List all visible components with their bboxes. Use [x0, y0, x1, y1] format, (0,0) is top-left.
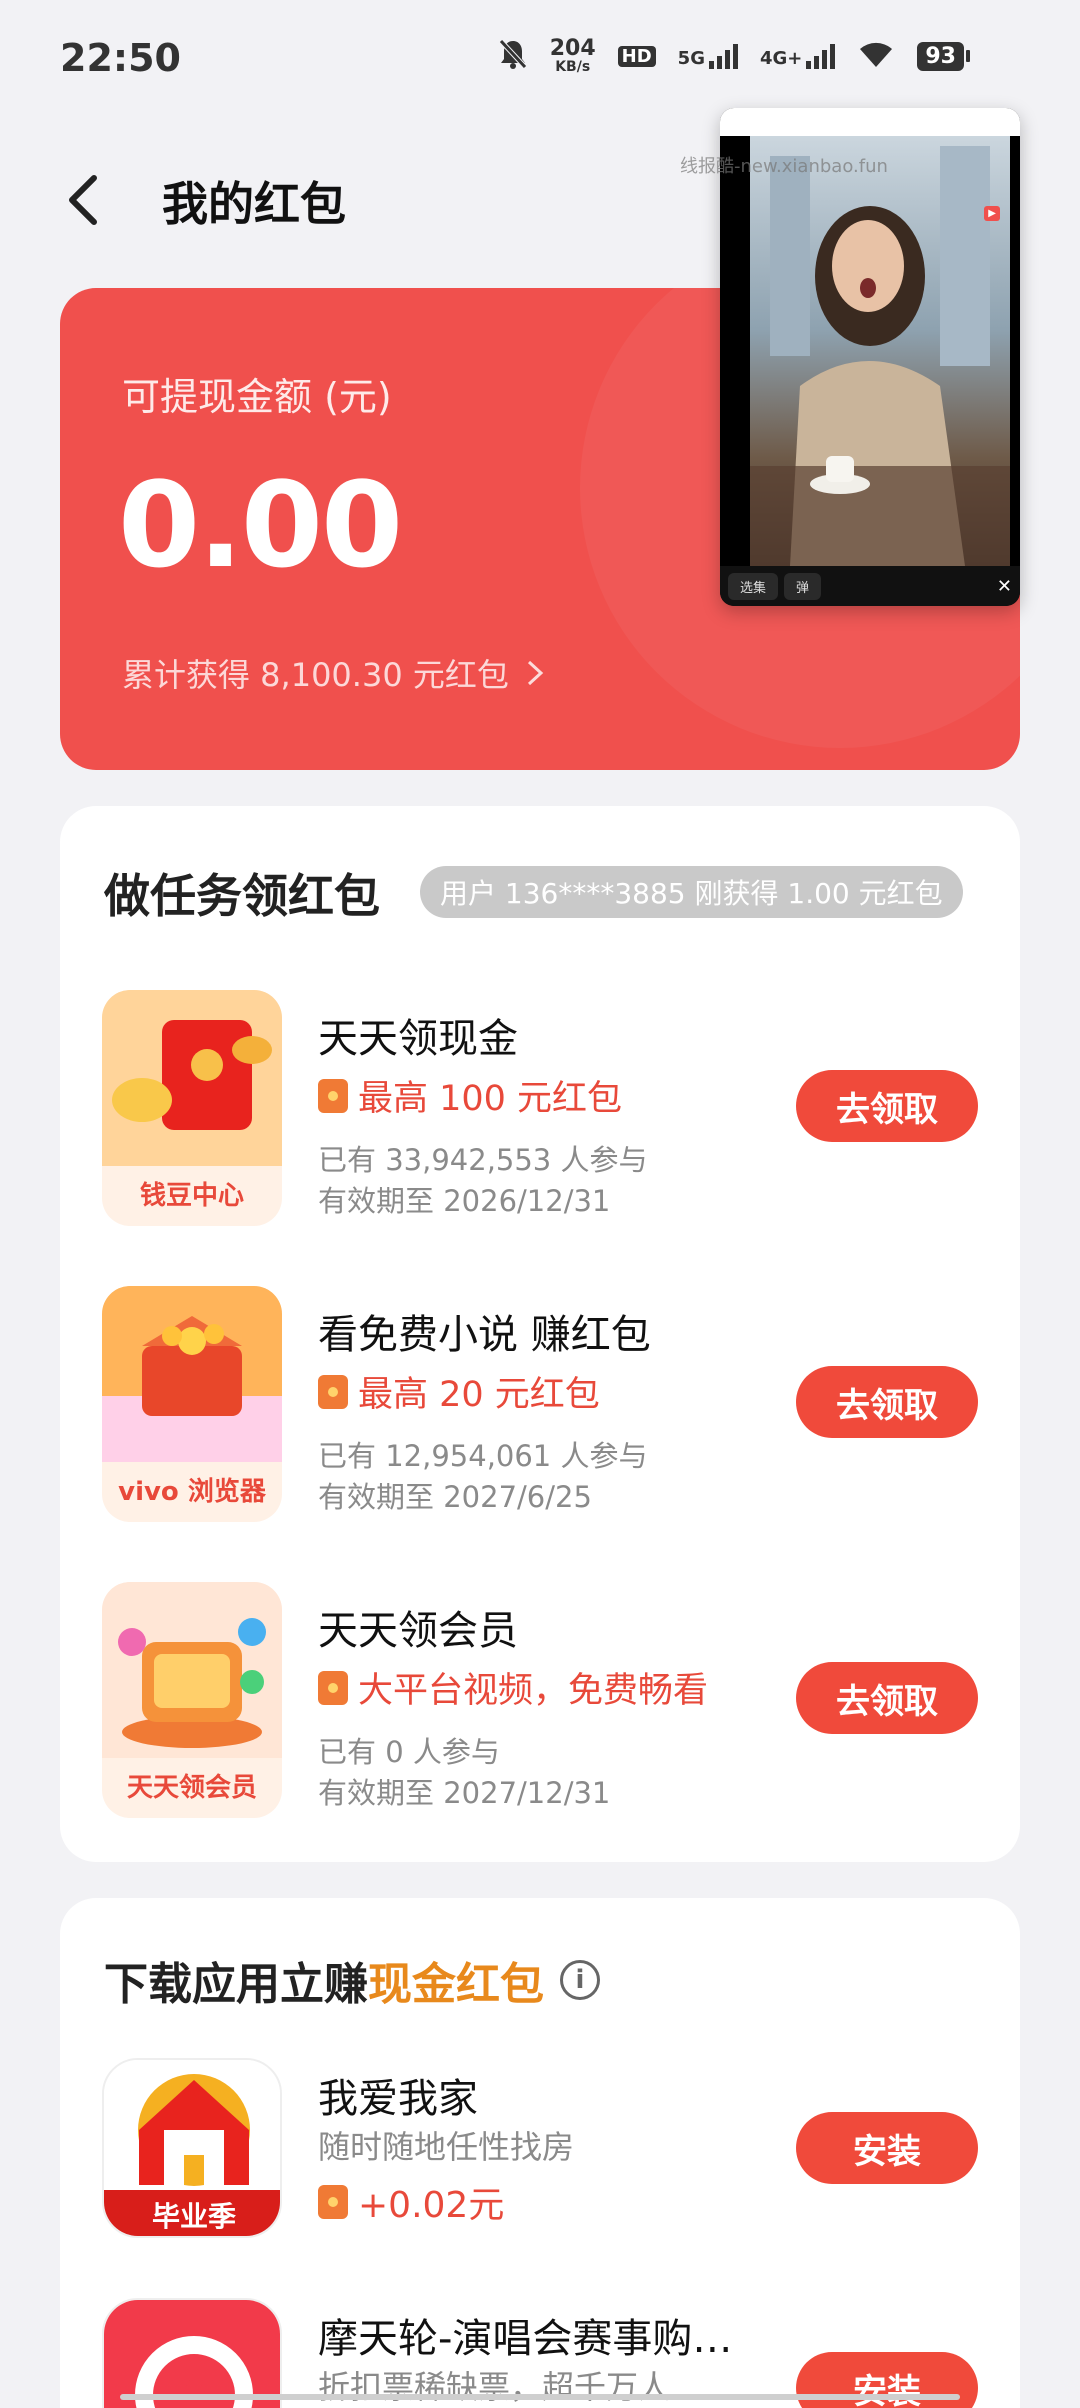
status-bar: 22:50 204 KB/s HD 5G 4G+ 93 — [0, 0, 1080, 120]
app-icon-motianlun — [102, 2298, 282, 2408]
app-tile: vivo 浏览器 — [102, 1286, 282, 1522]
battery-icon: 93 — [917, 41, 970, 71]
task-participants: 已有 0 人参与 — [318, 1735, 500, 1769]
house-icon: 毕业季 — [104, 2060, 280, 2236]
claim-button[interactable]: 去领取 — [796, 1366, 978, 1438]
app-icon-woaiwojia: 毕业季 — [102, 2058, 282, 2238]
total-earned-link[interactable]: 累计获得 8,100.30 元红包 — [122, 650, 545, 696]
app-desc: 随时随地任性找房 — [318, 2128, 575, 2166]
task-title: 天天领会员 — [318, 1608, 518, 1654]
task-meta: 已有 33,942,553 人参与 有效期至 2026/12/31 — [318, 1140, 647, 1222]
status-time: 22:50 — [60, 36, 181, 80]
close-icon[interactable]: ✕ — [997, 576, 1012, 597]
signal-5g: 5G — [678, 43, 738, 69]
download-apps-card: 下载应用立赚现金红包 i 毕业季 我爱我家 随时随地任性找房 +0.02元 安装 — [60, 1898, 1020, 2408]
mute-notification-icon — [498, 38, 528, 74]
app-tile: 天天领会员 — [102, 1582, 282, 1818]
task-validity: 有效期至 2027/12/31 — [318, 1776, 611, 1810]
treasure-chest-icon — [102, 1286, 282, 1462]
app-tile: 钱豆中心 — [102, 990, 282, 1226]
red-packet-icon — [318, 2185, 348, 2219]
page-title: 我的红包 — [162, 177, 346, 231]
task-meta: 已有 0 人参与 有效期至 2027/12/31 — [318, 1732, 610, 1814]
chevron-right-icon — [527, 660, 544, 686]
download-section-title: 下载应用立赚现金红包 i — [104, 1948, 600, 2012]
task-reward: 最高 20 元红包 — [318, 1366, 600, 1417]
signal-4g: 4G+ — [760, 43, 836, 69]
task-participants: 已有 33,942,553 人参与 — [318, 1143, 648, 1177]
wifi-icon — [857, 39, 895, 73]
task-title: 看免费小说 赚红包 — [318, 1312, 651, 1358]
install-button[interactable]: 安装 — [796, 2112, 978, 2184]
hd-voice-icon: HD — [617, 45, 656, 67]
task-item: 天天领会员 天天领会员 大平台视频，免费畅看 已有 0 人参与 有效期至 202… — [60, 1582, 1020, 1822]
danmaku-button[interactable]: 弹 — [784, 572, 822, 600]
task-meta: 已有 12,954,061 人参与 有效期至 2027/6/25 — [318, 1436, 647, 1518]
red-envelope-icon — [102, 990, 282, 1166]
app-name: 钱豆中心 — [139, 1181, 244, 1211]
withdrawable-label: 可提现金额 (元) — [122, 375, 392, 419]
app-name: 摩天轮-演唱会赛事购… — [318, 2316, 733, 2362]
download-item: 摩天轮-演唱会赛事购… 折扣票稀缺票，超千万人… 安装 — [60, 2298, 1020, 2408]
task-item: vivo 浏览器 看免费小说 赚红包 最高 20 元红包 已有 12,954,0… — [60, 1286, 1020, 1526]
task-validity: 有效期至 2027/6/25 — [318, 1480, 592, 1514]
ferris-wheel-icon — [104, 2300, 280, 2408]
task-reward: 大平台视频，免费畅看 — [318, 1662, 708, 1713]
back-button[interactable] — [60, 172, 110, 228]
app-reward: +0.02元 — [318, 2176, 504, 2228]
task-reward: 最高 100 元红包 — [318, 1070, 622, 1121]
video-frame: ▶ — [750, 136, 1010, 566]
task-card: 做任务领红包 用户 136****3885 刚获得 1.00 元红包 钱豆中心 … — [60, 806, 1020, 1862]
withdrawable-amount: 0.00 — [118, 456, 403, 594]
task-section-title: 做任务领红包 — [104, 869, 380, 923]
app-name: 天天领会员 — [126, 1773, 257, 1803]
claim-button[interactable]: 去领取 — [796, 1070, 978, 1142]
claim-button[interactable]: 去领取 — [796, 1662, 978, 1734]
network-speed: 204 KB/s — [549, 36, 596, 75]
total-earned-text: 累计获得 8,100.30 元红包 — [122, 656, 509, 694]
download-item: 毕业季 我爱我家 随时随地任性找房 +0.02元 安装 — [60, 2058, 1020, 2238]
info-icon[interactable]: i — [560, 1960, 600, 2000]
red-packet-icon — [318, 1374, 348, 1409]
signal-bars-icon — [708, 43, 738, 69]
status-icons: 204 KB/s HD 5G 4G+ 93 — [498, 38, 970, 74]
app-desc: 折扣票稀缺票，超千万人… — [318, 2368, 703, 2406]
task-title: 天天领现金 — [318, 1016, 518, 1062]
vip-tv-icon — [102, 1582, 282, 1758]
video-controls: 选集 弹 ✕ — [720, 566, 1020, 606]
video-badge: ▶ — [984, 206, 1000, 221]
home-indicator[interactable] — [120, 2394, 960, 2400]
red-packet-icon — [318, 1670, 348, 1705]
chevron-left-icon — [69, 175, 97, 225]
app-name: 我爱我家 — [318, 2076, 478, 2122]
task-validity: 有效期至 2026/12/31 — [318, 1184, 611, 1218]
task-item: 钱豆中心 天天领现金 最高 100 元红包 已有 33,942,553 人参与 … — [60, 990, 1020, 1230]
app-name: vivo 浏览器 — [118, 1477, 266, 1507]
watermark-text: 线报酷-new.xianbao.fun — [680, 156, 888, 177]
reward-ticker: 用户 136****3885 刚获得 1.00 元红包 — [420, 866, 963, 918]
signal-bars-icon — [806, 43, 836, 69]
icon-badge-text: 毕业季 — [152, 2200, 236, 2233]
episodes-button[interactable]: 选集 — [728, 572, 779, 600]
red-packet-icon — [318, 1078, 348, 1113]
task-participants: 已有 12,954,061 人参与 — [318, 1439, 648, 1473]
floating-video-player[interactable]: ▶ 选集 弹 ✕ — [720, 108, 1020, 606]
